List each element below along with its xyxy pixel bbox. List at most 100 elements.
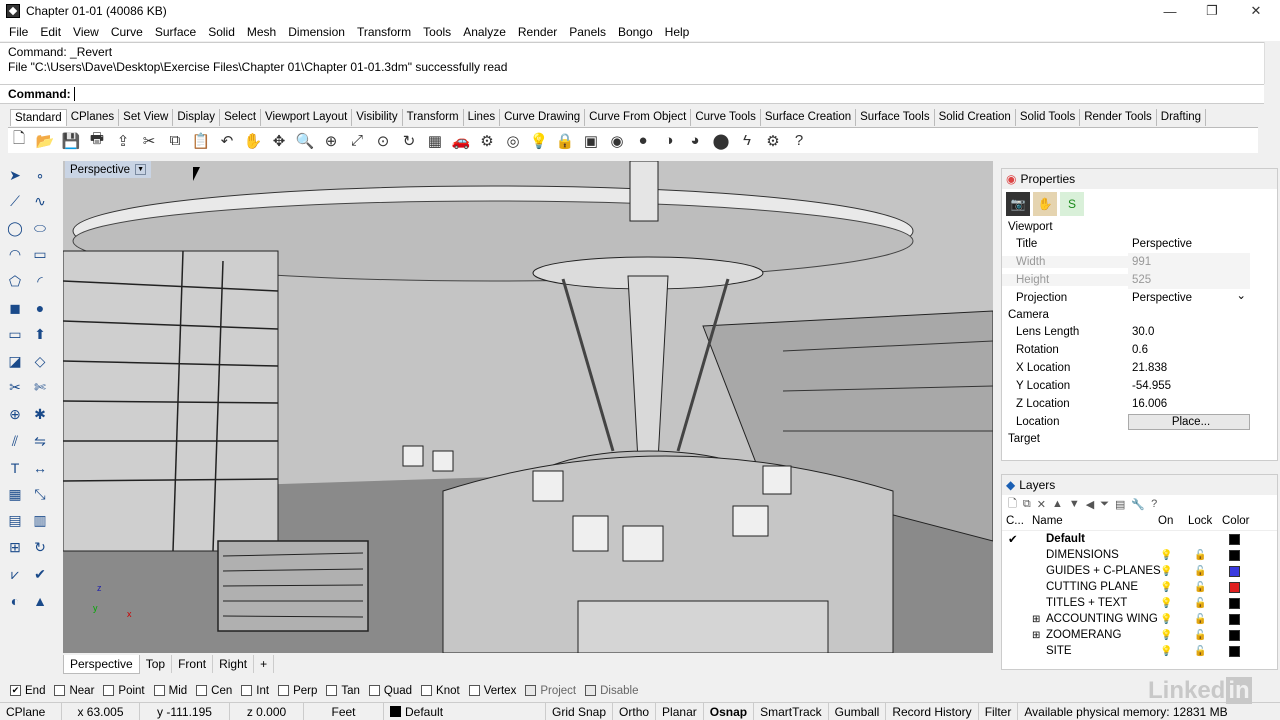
filter-icon[interactable]: ⏷ [1100, 498, 1109, 511]
car-icon[interactable]: 🚗 [450, 130, 472, 152]
osnap-near[interactable]: Near [54, 685, 94, 697]
print-icon[interactable]: 🖶 [86, 130, 108, 152]
col-on[interactable]: On [1158, 515, 1173, 527]
render-options-icon[interactable]: ⚙ [476, 130, 498, 152]
shade-icon[interactable]: ● [632, 130, 654, 152]
col-name[interactable]: Name [1032, 515, 1063, 527]
layer-row[interactable]: TITLES + TEXT 💡 🔓 [1002, 595, 1277, 611]
tab-surface-creation[interactable]: Surface Creation [761, 109, 857, 126]
rotate-view-icon[interactable]: ↻ [398, 130, 420, 152]
zoom-icon[interactable]: 🔍 [294, 130, 316, 152]
menu-analyze[interactable]: Analyze [457, 25, 512, 39]
property-value[interactable]: -54.955 [1128, 377, 1250, 395]
expand-icon[interactable]: ⊞ [1032, 630, 1040, 641]
save-icon[interactable]: 💾 [60, 130, 82, 152]
tab-curve-from-object[interactable]: Curve From Object [585, 109, 692, 126]
osnap-checkbox[interactable] [241, 685, 253, 696]
sphere-icon[interactable]: ⬤ [710, 130, 732, 152]
layer-name[interactable]: TITLES + TEXT [1046, 597, 1127, 609]
undo-icon[interactable]: ↶ [216, 130, 238, 152]
osnap-mid[interactable]: Mid [153, 685, 187, 697]
layer-color-swatch[interactable] [1229, 613, 1240, 625]
layer-on-bulb-icon[interactable]: 💡 [1160, 598, 1172, 609]
copy-icon[interactable]: ⧉ [164, 130, 186, 152]
osnap-checkbox[interactable]: ✔ [10, 685, 21, 696]
osnap-checkbox[interactable] [103, 685, 115, 696]
box-icon[interactable]: ◼ [4, 297, 26, 319]
tab-render-tools[interactable]: Render Tools [1080, 109, 1157, 126]
dimension-icon[interactable]: ↔ [29, 457, 51, 479]
osnap-checkbox[interactable] [585, 685, 597, 696]
property-value[interactable]: 16.006 [1128, 395, 1250, 413]
layer-row[interactable]: ⊞ ACCOUNTING WING 💡 🔓 [1002, 611, 1277, 627]
layer-name[interactable]: ACCOUNTING WING [1046, 613, 1158, 625]
layer-color-swatch[interactable] [1229, 597, 1240, 609]
ghosted-icon[interactable]: ◕ [684, 130, 706, 152]
property-value[interactable]: 30.0 [1128, 323, 1250, 341]
cplane-icon[interactable]: ◎ [502, 130, 524, 152]
layer-color-swatch[interactable] [1229, 581, 1240, 593]
arc-icon[interactable]: ◠ [4, 244, 26, 266]
layer-unlock-icon[interactable]: 🔓 [1194, 614, 1206, 625]
status-layer[interactable]: Default [384, 702, 546, 720]
layer-unlock-icon[interactable]: 🔓 [1194, 630, 1206, 641]
status-toggle-ortho[interactable]: Ortho [613, 702, 657, 720]
analyze-icon[interactable]: ⩗ [4, 563, 26, 585]
tab-solid-creation[interactable]: Solid Creation [935, 109, 1016, 126]
mirror-icon[interactable]: ⇋ [29, 430, 51, 452]
layer-name[interactable]: Default [1046, 533, 1085, 545]
tab-cplanes[interactable]: CPlanes [67, 109, 120, 126]
status-cplane[interactable]: CPlane [0, 702, 62, 720]
status-toggle-gumball[interactable]: Gumball [829, 702, 887, 720]
osnap-knot[interactable]: Knot [421, 685, 460, 697]
surface-icon[interactable]: ◪ [4, 350, 26, 372]
viewport-menu-dropdown[interactable]: ▼ [135, 164, 147, 175]
rectangle-icon[interactable]: ▭ [29, 244, 51, 266]
new-sublayer-icon[interactable]: ⧉ [1023, 498, 1031, 511]
osnap-checkbox[interactable] [421, 685, 433, 696]
minimize-button[interactable]: — [1148, 0, 1192, 22]
menu-bongo[interactable]: Bongo [612, 25, 659, 39]
zoom-extents-icon[interactable]: ⤢ [346, 130, 368, 152]
menu-mesh[interactable]: Mesh [241, 25, 282, 39]
layer-on-bulb-icon[interactable]: 💡 [1160, 630, 1172, 641]
perspective-viewport[interactable]: z y x [63, 161, 993, 653]
layer-unlock-icon[interactable]: 🔓 [1194, 566, 1206, 577]
material-icon[interactable]: ▣ [580, 130, 602, 152]
check-icon[interactable]: ✔ [29, 563, 51, 585]
status-toggle-filter[interactable]: Filter [979, 702, 1019, 720]
restore-button[interactable]: ❐ [1190, 0, 1234, 22]
cplane-icon[interactable]: ▤ [4, 510, 26, 532]
property-value[interactable]: 21.838 [1128, 359, 1250, 377]
osnap-int[interactable]: Int [241, 685, 269, 697]
status-toggle-osnap[interactable]: Osnap [704, 702, 755, 720]
viewtab-front[interactable]: Front [172, 655, 214, 673]
layer-name[interactable]: CUTTING PLANE [1046, 581, 1138, 593]
command-scroll-buttons[interactable] [1264, 84, 1280, 104]
rendered-icon[interactable]: ◑ [658, 130, 680, 152]
property-value[interactable]: 0.6 [1128, 341, 1250, 359]
menu-curve[interactable]: Curve [105, 25, 149, 39]
tab-transform[interactable]: Transform [403, 109, 464, 126]
render-icon[interactable]: ◐ [4, 590, 26, 612]
tab-display[interactable]: Display [173, 109, 221, 126]
circle-icon[interactable]: ◯ [4, 217, 26, 239]
col-lock[interactable]: Lock [1188, 515, 1212, 527]
col-current[interactable]: C... [1006, 515, 1024, 527]
move-left-icon[interactable]: ◀ [1086, 498, 1094, 511]
layer-row[interactable]: ⊞ ZOOMERANG 💡 🔓 [1002, 627, 1277, 643]
layer-on-bulb-icon[interactable]: 💡 [1160, 566, 1172, 577]
zoom-selected-icon[interactable]: ⊙ [372, 130, 394, 152]
col-color[interactable]: Color [1222, 515, 1249, 527]
layer-color-swatch[interactable] [1229, 565, 1240, 577]
menu-file[interactable]: File [3, 25, 34, 39]
osnap-perp[interactable]: Perp [278, 685, 317, 697]
layer-on-bulb-icon[interactable]: 💡 [1160, 614, 1172, 625]
layer-name[interactable]: ZOOMERANG [1046, 629, 1121, 641]
layer-unlock-icon[interactable]: 🔓 [1194, 582, 1206, 593]
sphere-solid-icon[interactable]: ● [29, 297, 51, 319]
tab-curve-tools[interactable]: Curve Tools [691, 109, 761, 126]
patch-icon[interactable]: ◇ [29, 350, 51, 372]
command-history-scrollbar[interactable] [1264, 42, 1280, 84]
layer-row[interactable]: ✔ Default [1002, 531, 1277, 547]
